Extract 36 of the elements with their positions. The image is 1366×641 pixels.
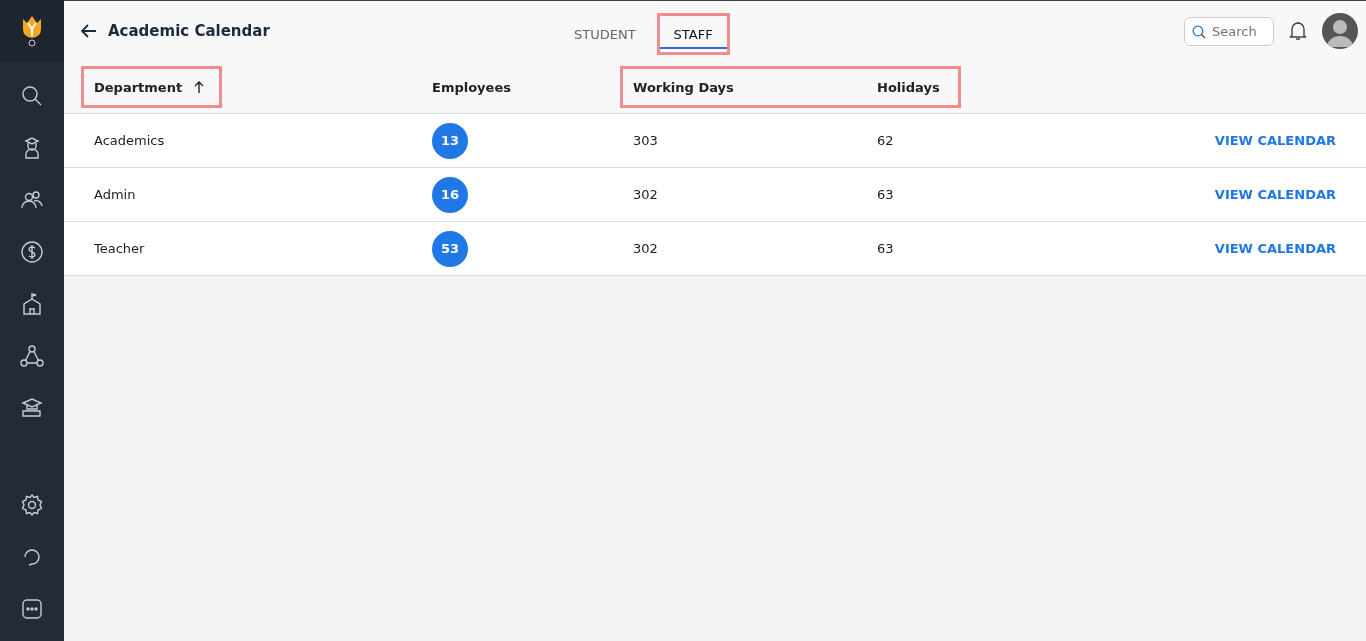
table-cell: Teacher (94, 241, 145, 256)
employee-count: 16 (432, 176, 468, 213)
settings-icon[interactable] (20, 493, 44, 517)
view-calendar-link[interactable]: VIEW CALENDAR (1214, 187, 1336, 202)
logo-icon (21, 15, 43, 47)
page-title: Academic Calendar (108, 22, 270, 40)
table-cell: 63 (877, 241, 894, 256)
avatar[interactable] (1322, 13, 1358, 49)
employee-count: 53 (432, 230, 468, 267)
table-cell: 302 (633, 187, 658, 202)
table-cell: 303 (633, 133, 658, 148)
column-header[interactable]: Department (81, 66, 223, 108)
search-icon[interactable] (20, 84, 44, 108)
back-arrow-icon[interactable] (81, 24, 97, 38)
graduation-cap-icon[interactable] (20, 396, 44, 420)
table-cell: 63 (877, 187, 894, 202)
employee-count: 13 (432, 122, 468, 159)
sort-arrow-icon (194, 81, 205, 93)
search-icon (1192, 24, 1206, 39)
table-cell: Admin (94, 187, 136, 202)
column-header[interactable]: Employees (419, 66, 529, 108)
more-icon[interactable] (20, 597, 44, 621)
table-cell: 62 (877, 133, 894, 148)
tab[interactable]: STUDENT (561, 13, 649, 55)
dollar-icon[interactable] (20, 240, 44, 264)
search-field[interactable]: Search (1184, 16, 1274, 46)
network-icon[interactable] (20, 344, 44, 368)
view-calendar-link[interactable]: VIEW CALENDAR (1214, 133, 1336, 148)
school-icon[interactable] (20, 292, 44, 316)
bell-icon[interactable] (1288, 20, 1308, 42)
table-cell: Academics (94, 133, 165, 148)
tab[interactable]: STAFF (656, 13, 730, 55)
column-header[interactable]: Holidays (864, 66, 961, 108)
view-calendar-link[interactable]: VIEW CALENDAR (1214, 241, 1336, 256)
table-cell: 302 (633, 241, 658, 256)
column-header[interactable]: Working Days (620, 66, 864, 108)
